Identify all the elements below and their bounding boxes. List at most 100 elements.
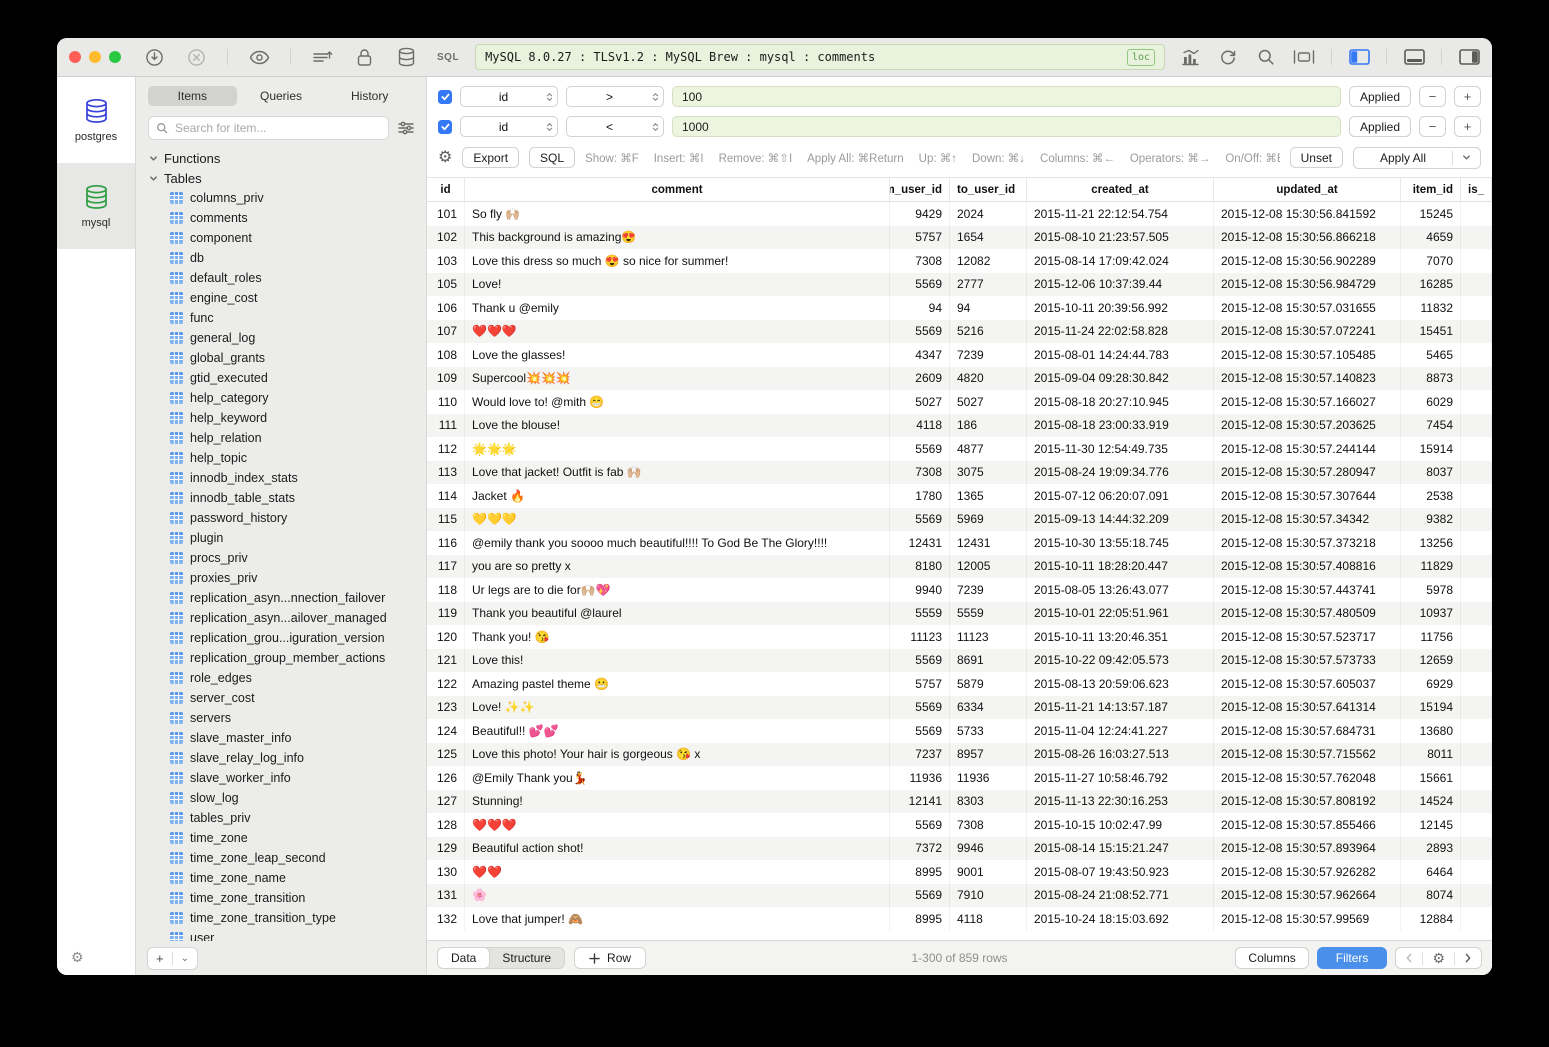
open-sql-icon[interactable]: SQL bbox=[437, 52, 459, 63]
cell-id[interactable]: 119 bbox=[427, 602, 465, 626]
filter-enabled-checkbox[interactable] bbox=[438, 90, 452, 104]
filters-button[interactable]: Filters bbox=[1317, 947, 1388, 969]
cell-item-id[interactable]: 15914 bbox=[1401, 437, 1461, 461]
cell-updated-at[interactable]: 2015-12-08 15:30:57.408816 bbox=[1214, 555, 1401, 579]
column-header-id[interactable]: id bbox=[427, 178, 465, 201]
cell-item-id[interactable]: 6029 bbox=[1401, 390, 1461, 414]
cell-id[interactable]: 121 bbox=[427, 649, 465, 673]
cell-updated-at[interactable]: 2015-12-08 15:30:57.031655 bbox=[1214, 296, 1401, 320]
cell-updated-at[interactable]: 2015-12-08 15:30:57.373218 bbox=[1214, 531, 1401, 555]
cell-to-user-id[interactable]: 7239 bbox=[950, 578, 1027, 602]
cell-item-id[interactable]: 10937 bbox=[1401, 602, 1461, 626]
cell-updated-at[interactable]: 2015-12-08 15:30:57.715562 bbox=[1214, 743, 1401, 767]
table-list-item[interactable]: engine_cost bbox=[149, 288, 426, 308]
cell-created-at[interactable]: 2015-08-10 21:23:57.505 bbox=[1027, 226, 1214, 250]
connect-icon[interactable] bbox=[143, 46, 165, 68]
column-header-is[interactable]: is_ bbox=[1461, 178, 1492, 201]
cell-created-at[interactable]: 2015-11-13 22:30:16.253 bbox=[1027, 790, 1214, 814]
cell-from-user-id[interactable]: 12141 bbox=[890, 790, 950, 814]
filter-value-input[interactable] bbox=[672, 86, 1341, 107]
cell-created-at[interactable]: 2015-08-14 15:15:21.247 bbox=[1027, 837, 1214, 861]
cell-created-at[interactable]: 2015-08-18 20:27:10.945 bbox=[1027, 390, 1214, 414]
cell-id[interactable]: 122 bbox=[427, 672, 465, 696]
cell-item-id[interactable]: 13680 bbox=[1401, 719, 1461, 743]
cell-from-user-id[interactable]: 8995 bbox=[890, 907, 950, 931]
cell-to-user-id[interactable]: 5879 bbox=[950, 672, 1027, 696]
table-list-item[interactable]: innodb_index_stats bbox=[149, 468, 426, 488]
tab-items[interactable]: Items bbox=[148, 86, 237, 106]
cell-item-id[interactable]: 11756 bbox=[1401, 625, 1461, 649]
cell-id[interactable]: 124 bbox=[427, 719, 465, 743]
cell-item-id[interactable]: 12145 bbox=[1401, 813, 1461, 837]
cell-id[interactable]: 107 bbox=[427, 320, 465, 344]
table-row[interactable]: 126 @Emily Thank you💃 11936 11936 2015-1… bbox=[427, 766, 1492, 790]
cell-updated-at[interactable]: 2015-12-08 15:30:56.984729 bbox=[1214, 273, 1401, 297]
cell-comment[interactable]: ❤️❤️❤️ bbox=[465, 813, 890, 837]
cell-to-user-id[interactable]: 5027 bbox=[950, 390, 1027, 414]
cell-item-id[interactable]: 11832 bbox=[1401, 296, 1461, 320]
cell-from-user-id[interactable]: 1780 bbox=[890, 484, 950, 508]
cell-item-id[interactable]: 9382 bbox=[1401, 508, 1461, 532]
cell-id[interactable]: 106 bbox=[427, 296, 465, 320]
cell-id[interactable]: 116 bbox=[427, 531, 465, 555]
column-header-comment[interactable]: comment bbox=[465, 178, 890, 201]
cell-to-user-id[interactable]: 7308 bbox=[950, 813, 1027, 837]
table-row[interactable]: 108 Love the glasses! 4347 7239 2015-08-… bbox=[427, 343, 1492, 367]
cell-created-at[interactable]: 2015-08-18 23:00:33.919 bbox=[1027, 414, 1214, 438]
add-row-button[interactable]: Row bbox=[574, 947, 646, 969]
add-filter-button[interactable]: + bbox=[1454, 116, 1481, 137]
cell-comment[interactable]: Amazing pastel theme 😬 bbox=[465, 672, 890, 696]
close-window-button[interactable] bbox=[69, 51, 81, 63]
cell-comment[interactable]: Love! bbox=[465, 273, 890, 297]
cell-id[interactable]: 112 bbox=[427, 437, 465, 461]
table-row[interactable]: 124 Beautiful!! 💕💕 5569 5733 2015-11-04 … bbox=[427, 719, 1492, 743]
cell-from-user-id[interactable]: 5569 bbox=[890, 508, 950, 532]
table-row[interactable]: 130 ❤️❤️ 8995 9001 2015-08-07 19:43:50.9… bbox=[427, 860, 1492, 884]
cell-id[interactable]: 125 bbox=[427, 743, 465, 767]
cell-comment[interactable]: Love this dress so much 😍 so nice for su… bbox=[465, 249, 890, 273]
cell-to-user-id[interactable]: 8957 bbox=[950, 743, 1027, 767]
cell-to-user-id[interactable]: 9946 bbox=[950, 837, 1027, 861]
tree-group-functions[interactable]: Functions bbox=[149, 148, 426, 168]
table-list-item[interactable]: slave_worker_info bbox=[149, 768, 426, 788]
cell-item-id[interactable]: 12659 bbox=[1401, 649, 1461, 673]
data-tab[interactable]: Data bbox=[438, 948, 489, 968]
table-row[interactable]: 101 So fly 🙌🏼 9429 2024 2015-11-21 22:12… bbox=[427, 202, 1492, 226]
export-button[interactable]: Export bbox=[462, 147, 519, 168]
cell-from-user-id[interactable]: 5027 bbox=[890, 390, 950, 414]
cell-is[interactable] bbox=[1461, 461, 1492, 485]
cell-from-user-id[interactable]: 11936 bbox=[890, 766, 950, 790]
cell-from-user-id[interactable]: 5569 bbox=[890, 719, 950, 743]
search-icon[interactable] bbox=[1255, 46, 1277, 68]
cell-comment[interactable]: Thank u @emily bbox=[465, 296, 890, 320]
table-row[interactable]: 110 Would love to! @mith 😁 5027 5027 201… bbox=[427, 390, 1492, 414]
cell-created-at[interactable]: 2015-07-12 06:20:07.091 bbox=[1027, 484, 1214, 508]
table-list-item[interactable]: time_zone_transition bbox=[149, 888, 426, 908]
cell-id[interactable]: 120 bbox=[427, 625, 465, 649]
connections-settings-gear-icon[interactable]: ⚙ bbox=[71, 950, 84, 964]
tree-group-tables[interactable]: Tables bbox=[149, 168, 426, 188]
cell-from-user-id[interactable]: 7308 bbox=[890, 461, 950, 485]
column-header-created-at[interactable]: created_at bbox=[1027, 178, 1214, 201]
remove-filter-button[interactable]: − bbox=[1419, 86, 1446, 107]
cell-from-user-id[interactable]: 5569 bbox=[890, 437, 950, 461]
table-list-item[interactable]: plugin bbox=[149, 528, 426, 548]
table-list-item[interactable]: slave_relay_log_info bbox=[149, 748, 426, 768]
table-list-item[interactable]: time_zone_name bbox=[149, 868, 426, 888]
cell-comment[interactable]: 🌟🌟🌟 bbox=[465, 437, 890, 461]
cell-from-user-id[interactable]: 4118 bbox=[890, 414, 950, 438]
cell-item-id[interactable]: 8037 bbox=[1401, 461, 1461, 485]
cell-comment[interactable]: Love that jacket! Outfit is fab 🙌🏼 bbox=[465, 461, 890, 485]
connection-postgres[interactable]: postgres bbox=[57, 77, 135, 163]
page-settings-gear-icon[interactable]: ⚙ bbox=[1423, 948, 1454, 968]
cell-is[interactable] bbox=[1461, 343, 1492, 367]
cell-from-user-id[interactable]: 7308 bbox=[890, 249, 950, 273]
cell-updated-at[interactable]: 2015-12-08 15:30:56.841592 bbox=[1214, 202, 1401, 226]
cell-id[interactable]: 113 bbox=[427, 461, 465, 485]
table-row[interactable]: 121 Love this! 5569 8691 2015-10-22 09:4… bbox=[427, 649, 1492, 673]
cell-to-user-id[interactable]: 12005 bbox=[950, 555, 1027, 579]
cell-id[interactable]: 109 bbox=[427, 367, 465, 391]
table-list-item[interactable]: db bbox=[149, 248, 426, 268]
table-list-item[interactable]: servers bbox=[149, 708, 426, 728]
cell-from-user-id[interactable]: 9429 bbox=[890, 202, 950, 226]
